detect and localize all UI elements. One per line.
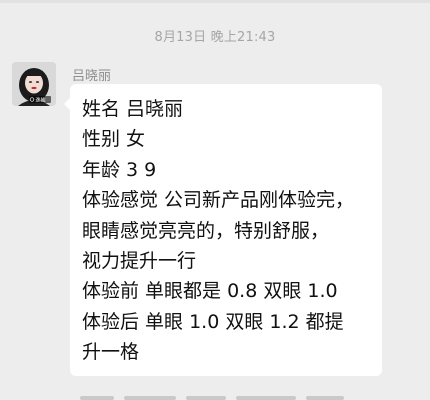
message-line: 体验后 单眼 1.0 双眼 1.2 都提 xyxy=(82,310,344,333)
message-line: 年龄 3 9 xyxy=(82,158,157,181)
message-line: 性别 女 xyxy=(82,128,146,151)
message-line: 体验感觉 公司新产品刚体验完， xyxy=(82,189,355,212)
avatar-portrait: 逸仙 xyxy=(12,62,56,106)
message-line: 体验前 单眼都是 0.8 双眼 1.0 xyxy=(82,280,338,303)
next-message-cropped xyxy=(80,394,350,400)
message-bubble[interactable]: 姓名 吕晓丽 性别 女 年龄 3 9 体验感觉 公司新产品刚体验完， 眼睛感觉亮… xyxy=(64,84,382,376)
sender-name: 吕晓丽 xyxy=(72,69,112,84)
message-line: 视力提升一行 xyxy=(82,250,197,273)
top-divider xyxy=(0,0,430,3)
avatar-badge-text: 逸仙 xyxy=(36,96,46,103)
message-line: 眼睛感觉亮亮的，特别舒服， xyxy=(82,219,330,242)
message-timestamp: 8月13日 晚上21:43 xyxy=(154,30,276,45)
message-line: 姓名 吕晓丽 xyxy=(82,98,184,120)
message-line: 升一格 xyxy=(82,341,140,364)
avatar[interactable]: 逸仙 xyxy=(12,62,56,106)
